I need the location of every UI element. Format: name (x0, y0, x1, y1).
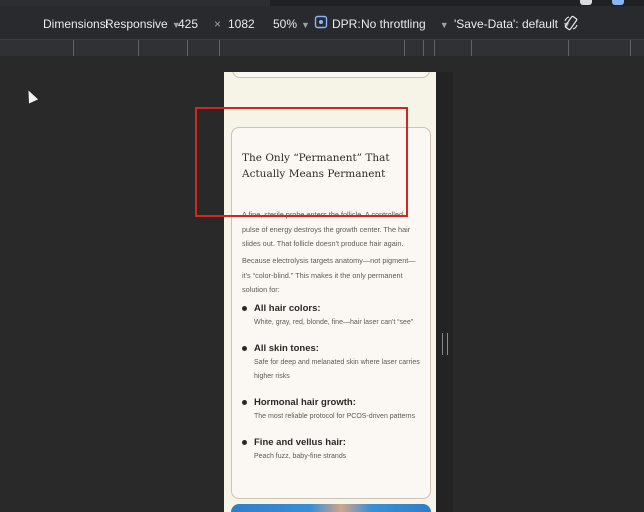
dpr-icon (314, 15, 328, 32)
bullet-icon (242, 306, 247, 311)
chevron-down-icon: ▼ (301, 20, 310, 30)
chevron-down-icon: ▼ (439, 20, 449, 30)
device-select[interactable]: Responsive ▼ (105, 17, 181, 31)
paragraph-color-blind: Because electrolysis targets anatomy—not… (242, 256, 416, 294)
viewport-edge (436, 72, 453, 512)
list-item-desc: Peach fuzz, baby-fine strands (254, 453, 347, 460)
profile-icon[interactable] (580, 0, 592, 5)
list-item: All hair colors: White, gray, red, blonde… (242, 302, 422, 330)
save-data-select[interactable]: 'Save-Data': default ▼ (454, 17, 571, 31)
resize-handle[interactable] (442, 333, 448, 355)
throttling-select[interactable]: No throttling ▼ (361, 17, 449, 31)
next-section-image (231, 504, 431, 512)
list-item-desc: White, gray, red, blonde, fine—hair lase… (254, 319, 414, 326)
device-toolbar: Dimensions: Responsive ▼ 425 × 1082 50% ▼ … (0, 6, 644, 42)
bullet-icon (242, 400, 247, 405)
list-item-title: Fine and vellus hair: (254, 437, 346, 448)
list-item-title: Hormonal hair growth: (254, 397, 356, 408)
dimension-separator: × (214, 17, 222, 31)
media-query-ruler (0, 39, 644, 56)
list-item-desc: Safe for deep and melanated skin where l… (254, 359, 420, 380)
height-input[interactable]: 1082 (228, 17, 255, 31)
list-item: All skin tones: Safe for deep and melanat… (242, 342, 422, 384)
list-item-title: All skin tones: (254, 343, 319, 354)
zoom-select[interactable]: 50% ▼ (273, 17, 310, 31)
rotate-icon[interactable] (563, 15, 579, 34)
bullet-icon (242, 440, 247, 445)
list-item: Fine and vellus hair: Peach fuzz, baby-fi… (242, 436, 422, 464)
annotation-highlight-box (195, 107, 408, 217)
dpr-label: DPR: (332, 17, 361, 31)
mouse-cursor-icon (23, 88, 39, 104)
width-input[interactable]: 425 (178, 17, 198, 31)
dimensions-label: Dimensions: (43, 17, 110, 31)
list-item-desc: The most reliable protocol for PCOS-driv… (254, 413, 416, 420)
benefits-list: All hair colors: White, gray, red, blonde… (242, 302, 422, 476)
bullet-icon (242, 346, 247, 351)
extension-icon[interactable] (612, 0, 624, 5)
list-item-title: All hair colors: (254, 303, 321, 314)
previous-card (232, 72, 430, 78)
list-item: Hormonal hair growth: The most reliable p… (242, 396, 422, 424)
